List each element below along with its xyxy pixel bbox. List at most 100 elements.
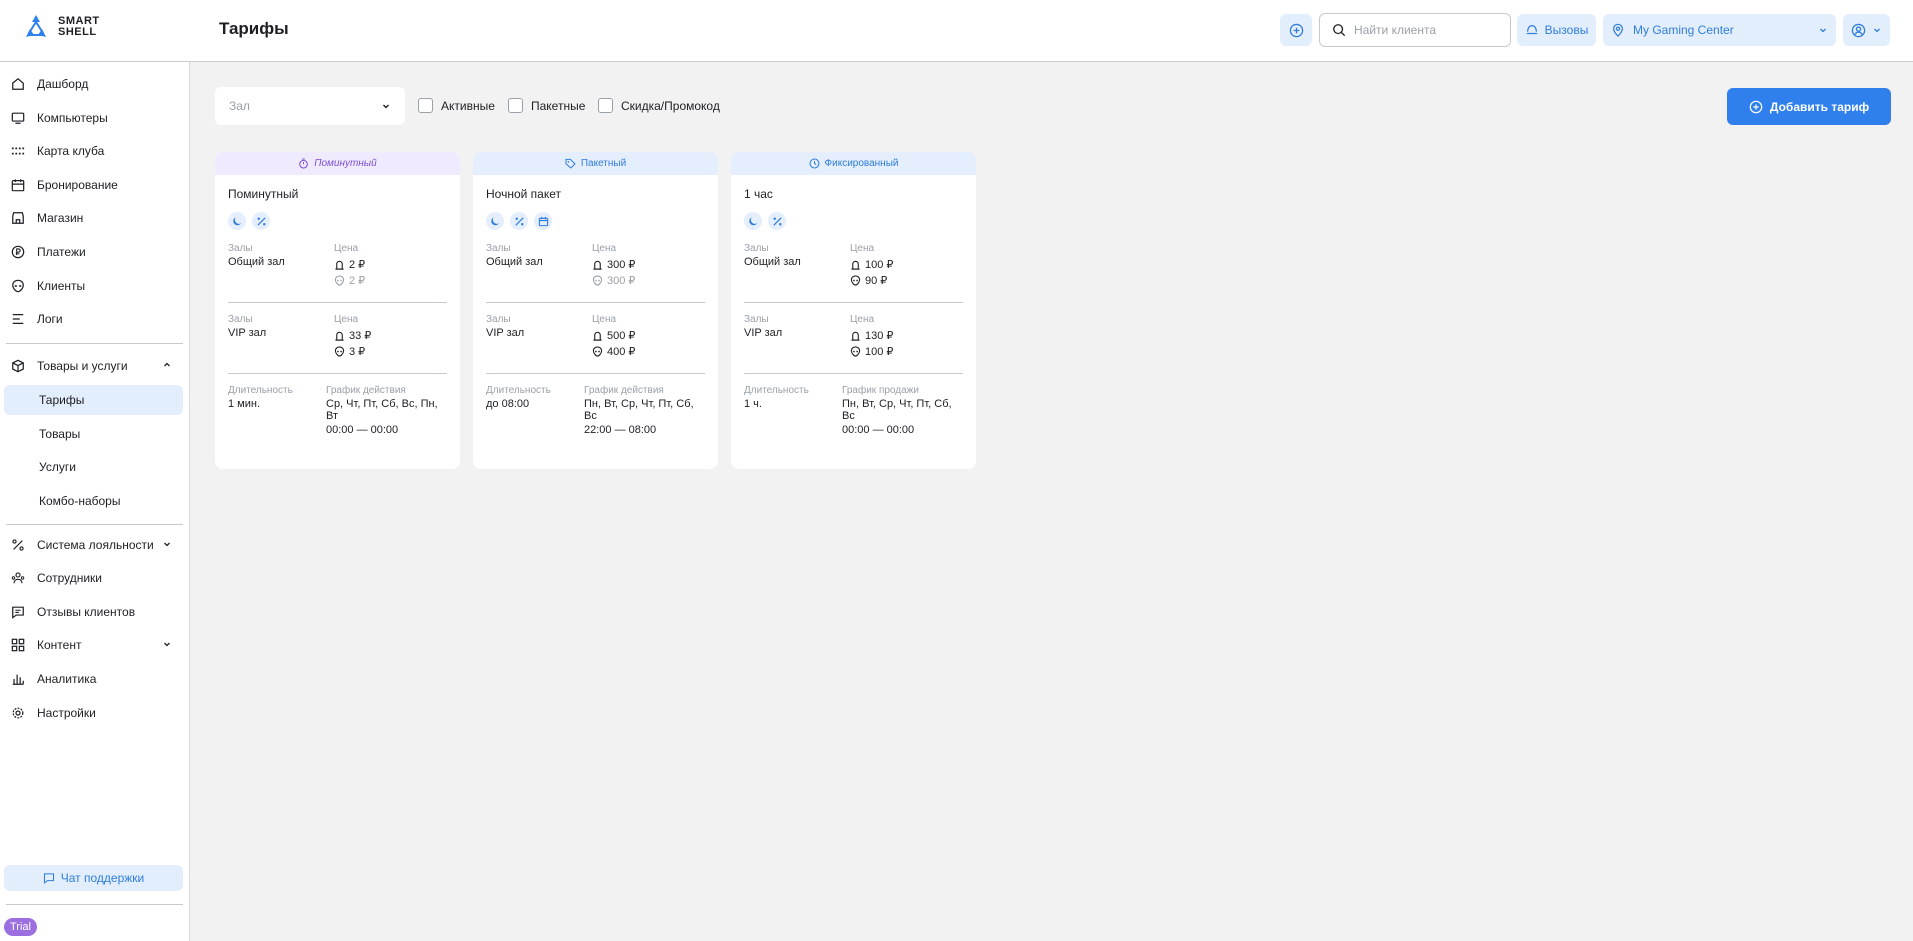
duration-label: Длительность	[228, 385, 293, 396]
client-search[interactable]	[1319, 13, 1511, 47]
price-value: 400 ₽	[607, 345, 636, 358]
page-title: Тарифы	[219, 19, 289, 38]
schedule-time: 00:00 — 00:00	[326, 424, 399, 436]
logo[interactable]: SMART SHELL	[22, 13, 100, 41]
grid-dots-icon	[11, 147, 25, 155]
sidebar-item-settings[interactable]: Настройки	[0, 697, 190, 729]
pc-seat-icon	[851, 331, 860, 341]
plus-circle-icon	[1749, 100, 1763, 113]
checkbox-box[interactable]	[598, 98, 613, 113]
sidebar-item-logs[interactable]: Логи	[0, 303, 190, 335]
moon-icon	[490, 216, 499, 225]
price-value: 33 ₽	[349, 329, 372, 342]
chat-icon	[12, 606, 24, 619]
filter-package-checkbox[interactable]: Пакетные	[508, 98, 585, 113]
pc-seat-icon	[335, 260, 344, 270]
schedule-days: Ср, Чт, Пт, Сб, Вс, Пн, Вт	[326, 398, 438, 422]
sidebar-item-club-map[interactable]: Карта клуба	[0, 135, 190, 167]
halls-label: Залы	[228, 243, 253, 254]
sidebar-item-goods[interactable]: Товары	[0, 418, 190, 450]
tariff-name: Ночной пакет	[486, 187, 561, 201]
plus-circle-icon	[1289, 23, 1303, 37]
sidebar-item-staff[interactable]: Сотрудники	[0, 562, 190, 594]
filter-active-checkbox[interactable]: Активные	[418, 98, 495, 113]
sidebar-item-combo-sets[interactable]: Комбо-наборы	[0, 485, 190, 517]
client-search-input[interactable]	[1354, 23, 1504, 37]
tiles-icon	[11, 638, 25, 652]
sidebar-divider	[6, 904, 183, 905]
hall-price-row: Залы Общий зал Цена 100 ₽ 90 ₽	[744, 243, 963, 302]
tariff-type-header: Поминутный	[215, 152, 460, 175]
filter-discount-checkbox[interactable]: Скидка/Промокод	[598, 98, 720, 113]
chevron-down-icon	[383, 104, 389, 109]
club-selector[interactable]: My Gaming Center	[1603, 14, 1836, 46]
sidebar-item-analytics[interactable]: Аналитика	[0, 663, 190, 695]
sidebar-item-services[interactable]: Услуги	[0, 451, 190, 483]
halls-label: Залы	[228, 314, 253, 325]
sidebar-item-loyalty[interactable]: Система лояльности	[0, 529, 190, 561]
smartshell-logo-icon	[26, 15, 46, 37]
price-value: 300 ₽	[607, 258, 636, 271]
sidebar-item-reviews[interactable]: Отзывы клиентов	[0, 596, 190, 628]
users-icon	[11, 572, 25, 584]
chevron-down-icon	[1874, 28, 1880, 33]
badge-schedule	[534, 212, 552, 230]
moon-icon	[232, 216, 241, 225]
pc-seat-icon	[593, 331, 602, 341]
support-chat-label: Чат поддержки	[60, 871, 145, 885]
price-value: 300 ₽	[607, 274, 636, 287]
price-value: 90 ₽	[865, 274, 888, 287]
pc-seat-icon	[851, 260, 860, 270]
sidebar-item-shop[interactable]: Магазин	[0, 202, 190, 234]
home-icon	[12, 77, 24, 90]
halls-label: Залы	[744, 243, 769, 254]
monitor-icon	[11, 112, 25, 124]
schedule-days: Пн, Вт, Ср, Чт, Пт, Сб, Вс	[584, 398, 694, 422]
sidebar-item-booking[interactable]: Бронирование	[0, 169, 190, 201]
add-tariff-label: Добавить тариф	[1769, 99, 1870, 114]
tariff-card[interactable]: Пакетный Ночной пакет Залы Общий зал Цен…	[473, 152, 718, 469]
sidebar-item-label: Клиенты	[37, 279, 86, 293]
checkbox-box[interactable]	[508, 98, 523, 113]
search-icon	[1333, 24, 1346, 37]
add-tariff-button[interactable]: Добавить тариф	[1727, 88, 1891, 125]
sidebar-item-clients[interactable]: Клиенты	[0, 270, 190, 302]
calendar-icon	[538, 216, 548, 226]
sidebar-item-label: Логи	[37, 312, 63, 326]
sidebar-item-payments[interactable]: Платежи	[0, 236, 190, 268]
schedule-label: График действия	[326, 385, 406, 396]
tariff-type-header: Пакетный	[473, 152, 718, 175]
duration-value: до 08:00	[486, 398, 530, 410]
calls-button[interactable]: Вызовы	[1517, 14, 1596, 46]
sidebar-item-goods-services[interactable]: Товары и услуги	[0, 350, 190, 382]
price-value: 500 ₽	[607, 329, 636, 342]
badge-discount	[252, 212, 270, 230]
price-member: 2 ₽	[334, 272, 459, 288]
alien-face-icon	[334, 274, 345, 286]
halls-label: Залы	[744, 314, 769, 325]
quick-add-button[interactable]	[1280, 14, 1312, 46]
checkbox-box[interactable]	[418, 98, 433, 113]
hall-select[interactable]: Зал	[215, 87, 405, 125]
schedule-label: График действия	[584, 385, 664, 396]
user-menu-button[interactable]	[1843, 14, 1890, 46]
sidebar-item-label: Магазин	[37, 211, 84, 225]
sidebar-item-label: Товары и услуги	[37, 359, 128, 373]
hall-price-row: Залы VIP зал Цена 500 ₽ 400 ₽	[486, 314, 705, 373]
tariff-type-label: Пакетный	[580, 158, 627, 169]
tariff-card[interactable]: Фиксированный 1 час Залы Общий зал Цена …	[731, 152, 976, 469]
sidebar-item-computers[interactable]: Компьютеры	[0, 102, 190, 134]
chevron-down-icon	[164, 642, 170, 647]
tariff-card[interactable]: Поминутный Поминутный Залы Общий зал Цен…	[215, 152, 460, 469]
hall-price-row: Залы Общий зал Цена 300 ₽ 300 ₽	[486, 243, 705, 302]
user-avatar-icon	[1851, 23, 1866, 37]
hall-select-placeholder: Зал	[229, 99, 250, 113]
badge-night	[744, 212, 762, 230]
sidebar-item-content[interactable]: Контент	[0, 629, 190, 661]
sidebar-item-tariffs[interactable]: Тарифы	[4, 385, 183, 415]
sidebar-item-dashboard[interactable]: Дашборд	[0, 68, 190, 100]
price-member: 3 ₽	[334, 343, 459, 359]
support-chat-button[interactable]: Чат поддержки	[4, 865, 183, 891]
price-pc: 33 ₽	[334, 327, 459, 343]
sidebar-item-label: Бронирование	[37, 178, 118, 192]
